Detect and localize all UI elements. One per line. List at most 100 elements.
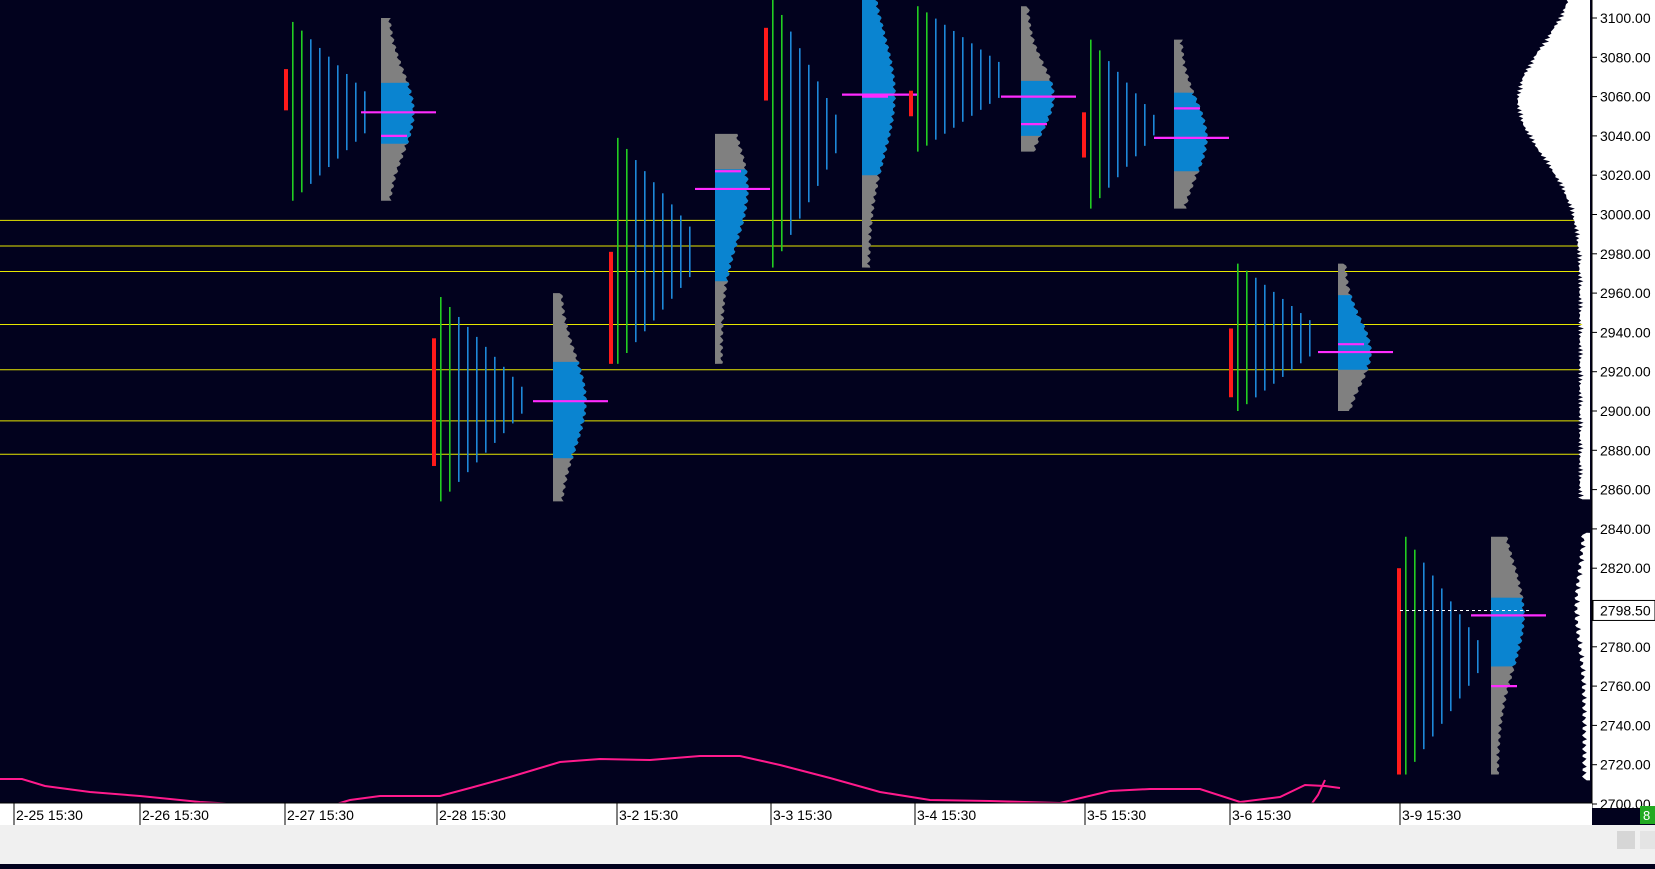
tpo-column xyxy=(1477,640,1479,674)
tpo-column xyxy=(635,160,637,343)
tpo-column xyxy=(328,56,330,168)
range-bar xyxy=(432,338,436,467)
time-tick-label: 3-2 15:30 xyxy=(619,807,678,823)
price-tick-label: 2840.00 xyxy=(1600,521,1651,537)
tpo-column xyxy=(926,12,928,146)
tpo-column xyxy=(310,39,312,184)
tpo-column xyxy=(292,21,294,201)
tpo-column xyxy=(1246,270,1248,405)
session-profiles xyxy=(284,0,1546,775)
time-tick-label: 3-4 15:30 xyxy=(917,807,976,823)
tpo-column xyxy=(1144,104,1146,146)
price-tick-label: 2960.00 xyxy=(1600,285,1651,301)
tpo-column xyxy=(1264,284,1266,391)
tpo-column xyxy=(799,48,801,219)
tpo-column xyxy=(817,81,819,186)
tpo-column xyxy=(494,356,496,443)
time-tick-label: 3-3 15:30 xyxy=(773,807,832,823)
tpo-column xyxy=(1423,562,1425,750)
range-bar xyxy=(1082,112,1086,158)
tpo-column xyxy=(1135,93,1137,157)
scroll-area xyxy=(0,825,1655,864)
range-bar xyxy=(909,90,913,117)
scrollbar-button xyxy=(1617,831,1635,849)
price-tick-label: 3060.00 xyxy=(1600,89,1651,105)
tpo-column xyxy=(458,316,460,482)
price-tick-label: 2820.00 xyxy=(1600,560,1651,576)
tpo-column xyxy=(772,0,774,268)
tpo-column xyxy=(346,73,348,151)
time-tick-label: 2-26 15:30 xyxy=(142,807,209,823)
scrollbar-arrow xyxy=(1640,831,1655,849)
price-tick-label: 3000.00 xyxy=(1600,207,1651,223)
chart-canvas[interactable]: 3100.00 3080.00 3060.00 3040.00 3020.00 3000.… xyxy=(0,0,1655,864)
range-bar xyxy=(1397,568,1401,775)
tpo-column xyxy=(944,24,946,134)
volume-profile-value-area xyxy=(715,169,749,282)
tpo-column xyxy=(1126,82,1128,167)
tpo-column xyxy=(1432,575,1434,737)
tpo-column xyxy=(1273,291,1275,384)
tpo-column xyxy=(355,82,357,142)
tpo-column xyxy=(1459,614,1461,699)
tpo-column xyxy=(1090,39,1092,209)
indicator-line-upper xyxy=(0,755,1341,807)
volume-profile-value-area xyxy=(553,361,587,459)
range-bar xyxy=(764,27,768,101)
tpo-column xyxy=(1405,536,1407,775)
tpo-column xyxy=(301,30,303,193)
volume-profile-value-area xyxy=(1174,92,1208,172)
tpo-column xyxy=(689,226,691,278)
session-3-3 xyxy=(764,0,917,268)
tpo-column xyxy=(962,37,964,122)
tpo-column xyxy=(826,98,828,170)
price-tick-label: 2920.00 xyxy=(1600,364,1651,380)
tpo-column xyxy=(512,376,514,424)
tpo-column xyxy=(476,336,478,463)
time-tick-label: 3-6 15:30 xyxy=(1232,807,1291,823)
tpo-column xyxy=(1441,588,1443,724)
tpo-column xyxy=(835,114,837,154)
last-price-label: 2798.50 xyxy=(1600,602,1651,618)
price-tick-label: 3080.00 xyxy=(1600,49,1651,65)
tpo-column xyxy=(680,215,682,288)
tpo-column xyxy=(781,14,783,252)
tpo-column xyxy=(644,171,646,332)
tpo-column xyxy=(653,182,655,321)
session-3-2 xyxy=(609,133,770,364)
price-tick-label: 2720.00 xyxy=(1600,757,1651,773)
tpo-column xyxy=(626,148,628,353)
price-axis: 3100.00 3080.00 3060.00 3040.00 3020.00 3000.… xyxy=(1591,0,1655,812)
corner-badge-label: 8 xyxy=(1643,808,1650,823)
tpo-column xyxy=(808,64,810,203)
volume-profile-value-area xyxy=(1491,597,1525,667)
tpo-column xyxy=(617,137,619,364)
tpo-column xyxy=(1309,320,1311,357)
price-tick-label: 3100.00 xyxy=(1600,10,1651,26)
tpo-column xyxy=(1468,627,1470,686)
time-tick-label: 3-5 15:30 xyxy=(1087,807,1146,823)
tpo-column xyxy=(1108,61,1110,188)
tpo-column xyxy=(935,18,937,140)
volume-profile-value-area xyxy=(1021,80,1055,136)
tpo-column xyxy=(1237,263,1239,411)
price-tick-label: 2980.00 xyxy=(1600,246,1651,262)
market-profile-chart[interactable]: 3100.00 3080.00 3060.00 3040.00 3020.00 3000.… xyxy=(0,0,1655,864)
tpo-column xyxy=(1291,305,1293,371)
price-tick-label: 2760.00 xyxy=(1600,678,1651,694)
session-3-5 xyxy=(1082,39,1229,209)
tpo-column xyxy=(971,43,973,116)
tpo-column xyxy=(790,31,792,235)
price-tick-label: 3040.00 xyxy=(1600,128,1651,144)
tpo-column xyxy=(1282,298,1284,377)
price-tick-label: 2880.00 xyxy=(1600,442,1651,458)
time-tick-label: 3-9 15:30 xyxy=(1402,807,1461,823)
time-axis: 2-25 15:30 2-26 15:30 2-27 15:30 2-28 15:30… xyxy=(0,802,1655,864)
range-bar xyxy=(1229,328,1233,398)
tpo-column xyxy=(917,6,919,152)
tpo-column xyxy=(1255,277,1257,398)
range-bar xyxy=(609,251,613,364)
session-2-27 xyxy=(284,18,436,201)
tpo-column xyxy=(440,297,442,502)
tpo-column xyxy=(337,65,339,159)
